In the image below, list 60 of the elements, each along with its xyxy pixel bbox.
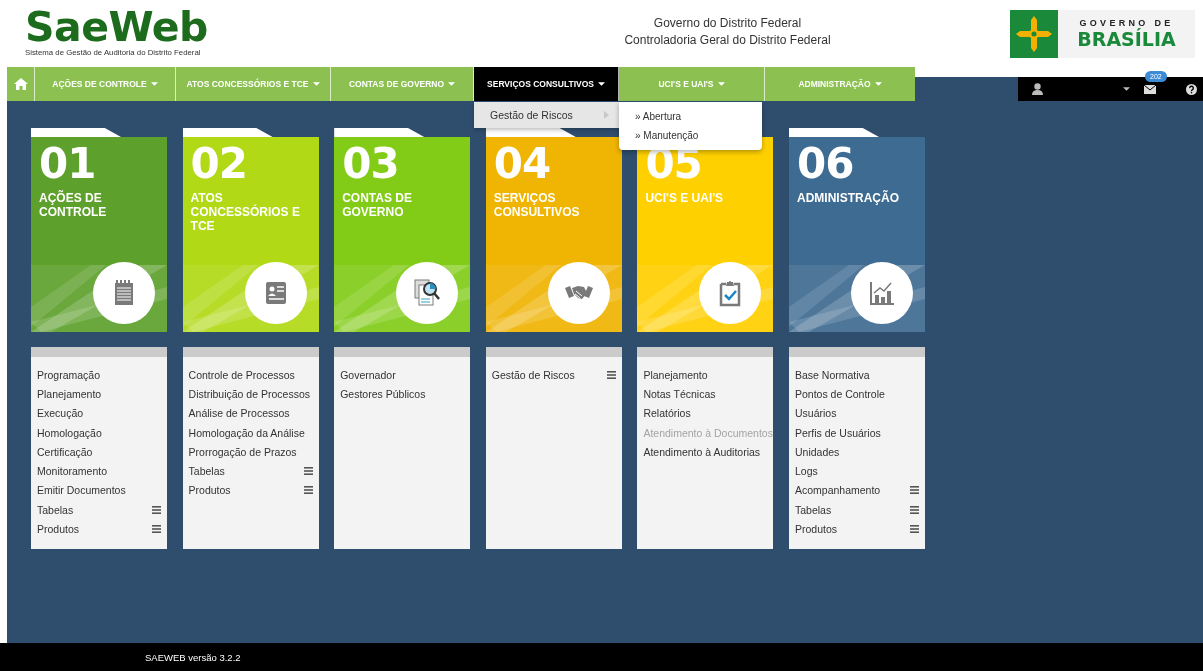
chart-icon (850, 262, 913, 324)
header-text: Controladoria Geral do Distrito Federal (624, 33, 831, 47)
menu-icon[interactable] (303, 467, 313, 476)
submenu-item[interactable]: » Abertura (619, 107, 762, 126)
menu-link[interactable]: Certificação (37, 445, 93, 458)
menu-link[interactable]: Atendimento à Auditorias (643, 445, 761, 458)
menu-link: Atendimento à Documentos (643, 426, 773, 439)
menu-icon[interactable] (909, 525, 919, 533)
menu-icon[interactable] (303, 486, 313, 495)
id-card-icon (244, 262, 307, 324)
menu-link[interactable]: Tabelas (37, 503, 74, 516)
menu-link[interactable]: Distribuição de Processos (188, 387, 310, 400)
menu-icon[interactable] (152, 505, 161, 514)
menu-link[interactable]: Monitoramento (37, 465, 108, 478)
menu-link[interactable]: Tabelas (794, 503, 832, 516)
version-text: SAEWEB versão 3.2.2 (145, 651, 241, 663)
menu-icon[interactable] (606, 370, 616, 379)
document-search-icon (396, 262, 459, 324)
app-logo: SaeWeb (25, 6, 208, 48)
menu-link[interactable]: Planejamento (643, 368, 708, 381)
clipboard-icon (699, 262, 762, 324)
menu-link[interactable]: Governador (340, 368, 396, 381)
notepad-icon (93, 262, 155, 324)
menu-link[interactable]: Programação (37, 368, 101, 381)
menu-icon[interactable] (152, 525, 161, 533)
menu-link[interactable]: Homologação (37, 426, 102, 439)
menu-link[interactable]: Usuários (794, 407, 837, 420)
menu-link[interactable]: Controle de Processos (188, 368, 295, 381)
handshake-icon (547, 262, 610, 324)
menu-link[interactable]: Gestão de Riscos (491, 368, 575, 381)
menu-link[interactable]: Notas Técnicas (643, 387, 716, 400)
menu-link[interactable]: Gestores Públicos (340, 387, 426, 400)
menu-link[interactable]: Produtos (188, 484, 231, 497)
menu-icon[interactable] (909, 486, 919, 495)
menu-link[interactable]: Base Normativa (794, 368, 870, 381)
menu-link[interactable]: Emitir Documentos (37, 484, 126, 497)
menu-link[interactable]: Execução (37, 407, 84, 420)
menu-link[interactable]: Planejamento (37, 387, 102, 400)
header-text: Governo do Distrito Federal (653, 16, 802, 30)
menu-link[interactable]: Perfis de Usuários (794, 426, 881, 439)
menu-link[interactable]: Análise de Processos (188, 407, 290, 420)
menu-link[interactable]: Produtos (794, 523, 837, 535)
help-icon[interactable] (1186, 83, 1197, 95)
caret-icon[interactable] (597, 82, 605, 86)
menu-link[interactable]: Prorrogação de Prazos (188, 445, 297, 458)
mail-icon[interactable] (1144, 84, 1156, 94)
menu-icon[interactable] (909, 505, 919, 514)
module-tile[interactable]: 06 ADMINISTRAÇÃO (788, 137, 925, 332)
menu-link[interactable]: Acompanhamento (794, 484, 881, 497)
user-icon[interactable] (1032, 83, 1043, 95)
menu-link[interactable]: Tabelas (188, 465, 225, 478)
dropdown-item[interactable]: Gestão de Riscos (474, 102, 619, 128)
menu-link[interactable]: Unidades (794, 445, 840, 458)
menu-link[interactable]: Relatórios (643, 407, 691, 420)
caret-icon[interactable] (1123, 87, 1130, 91)
menu-link[interactable]: Logs (794, 465, 818, 478)
menu-link[interactable]: Pontos de Controle (794, 387, 885, 400)
menu-link[interactable]: Produtos (37, 523, 80, 535)
menu-link[interactable]: Homologação da Análise (188, 426, 305, 439)
nav-tab[interactable]: SERVIÇOS CONSULTIVOS (474, 67, 619, 101)
